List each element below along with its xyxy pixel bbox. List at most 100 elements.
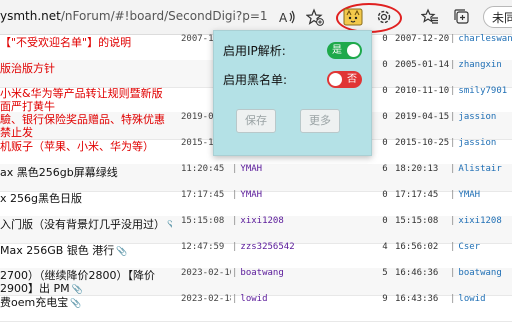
extension-popup: 启用IP解析: 是 启用黑名单: 否 保存 更多 (213, 30, 372, 156)
reply-count: 9 (382, 294, 388, 304)
post-title[interactable]: 驗、银行保险奖品赠品、特殊优惠禁止发 (0, 112, 172, 140)
table-row[interactable]: Max 256GB 银色 港行 📎 12:47:59 | zzs3256542 4 … (0, 242, 512, 270)
column-separator: | (232, 216, 238, 226)
post-title-text: 入门版（没有背景灯几乎没用过） (0, 218, 165, 231)
post-title[interactable]: 小米&华为等产品转让规则暨新版面严打黄牛 (0, 86, 172, 114)
svg-text:A: A (279, 11, 288, 24)
post-title-text: 机贩子（苹果、小米、华为等） (0, 140, 154, 153)
last-author-name[interactable]: charleswang (458, 34, 512, 44)
last-author-name[interactable]: jassion (458, 138, 496, 148)
last-reply-author[interactable]: | jassion (450, 138, 512, 165)
ip-parse-label: 启用IP解析: (223, 44, 286, 58)
last-reply-time: 2015-10-25 (395, 138, 449, 148)
address-bar[interactable]: ysmth.net/nForum/#!board/SecondDigi?p=1 (0, 9, 268, 23)
reply-count: 0 (382, 138, 388, 148)
last-author-name[interactable]: jassion (458, 112, 496, 122)
ip-parse-toggle[interactable]: 是 (327, 42, 362, 59)
read-aloud-icon[interactable]: A (278, 7, 298, 27)
last-reply-author[interactable]: | zhangxin (450, 60, 512, 87)
last-reply-time: 2007-12-20 (395, 34, 449, 44)
toggle-knob (347, 44, 360, 57)
last-reply-time: 16:46:36 (395, 268, 439, 278)
author-name[interactable]: boatwang (240, 268, 283, 278)
post-title[interactable]: 费oem充电宝 📎 (0, 294, 172, 321)
post-title-text: 小米&华为等产品转让规则暨新版面严打黄牛 (0, 87, 163, 113)
last-author-name[interactable]: YMAH (458, 190, 480, 200)
post-author[interactable]: | xixi1208 (232, 216, 372, 243)
last-author-name[interactable]: boatwang (458, 268, 501, 278)
reply-count: 5 (382, 268, 388, 278)
more-button[interactable]: 更多 (300, 109, 340, 133)
last-reply-time: 17:17:45 (395, 190, 439, 200)
last-reply-time: 2019-04-15 (395, 112, 449, 122)
author-name[interactable]: lowid (240, 294, 267, 304)
author-name[interactable]: YMAH (240, 190, 262, 200)
ip-parse-toggle-label: 是 (332, 45, 342, 56)
table-row[interactable]: 入门版（没有背景灯几乎没用过）📎 15:15:08 |xixi1208 0 15… (0, 216, 512, 244)
last-reply-time: 2010-11-10 (395, 86, 449, 96)
author-name[interactable]: YMAH (240, 164, 262, 174)
post-title[interactable]: 版治版方针 (0, 60, 172, 87)
last-reply-time: 16:43:36 (395, 294, 439, 304)
reply-count: 0 (382, 190, 388, 200)
last-reply-time: 15:15:08 (395, 216, 439, 226)
extension-cat-icon[interactable] (343, 7, 363, 27)
url-path: /nForum/#!board/SecondDigi?p=1 (60, 9, 268, 23)
last-reply-author[interactable]: |charleswang (450, 34, 512, 61)
reply-count: 0 (382, 216, 388, 226)
last-reply-author[interactable]: | jassion (450, 112, 512, 139)
last-reply-author[interactable]: | smily7901 (450, 86, 512, 113)
collections-icon[interactable] (452, 7, 472, 27)
post-title-text: Max 256GB 银色 港行 (0, 244, 115, 257)
last-author-name[interactable]: lowid (458, 294, 485, 304)
author-name[interactable]: zzs3256542 (240, 242, 294, 252)
blacklist-toggle[interactable]: 否 (327, 71, 362, 88)
post-author[interactable]: | YMAH (232, 164, 372, 191)
blacklist-toggle-label: 否 (347, 74, 357, 85)
table-row[interactable]: 2700）（继续降价2800）【降价2900】出 PM 📎 2023-02-16 … (0, 268, 512, 296)
post-time: 12:47:59 (181, 242, 225, 252)
profile-button[interactable]: 未同 (483, 6, 512, 28)
post-title[interactable]: 入门版（没有背景灯几乎没用过）📎 (0, 216, 172, 243)
post-author[interactable]: | zzs3256542 (232, 242, 372, 269)
last-reply-author[interactable]: | boatwang (450, 268, 512, 295)
last-reply-author[interactable]: | Alistair (450, 164, 512, 191)
last-author-name[interactable]: Cser (458, 242, 480, 252)
post-author[interactable]: | boatwang (232, 268, 372, 295)
last-reply-author[interactable]: | lowid (450, 294, 512, 321)
attachment-icon: 📎 (70, 299, 82, 309)
post-time: 15:15:08 (181, 216, 225, 226)
last-reply-author[interactable]: | xixi1208 (450, 216, 512, 243)
table-row[interactable]: x 256g黑色日版 17:17:45 | YMAH 0 17:17:45 | YM… (0, 190, 512, 218)
reply-count: 0 (382, 86, 388, 96)
post-title[interactable]: 【"不受欢迎名单"】的说明 (0, 34, 172, 61)
post-title[interactable]: 机贩子（苹果、小米、华为等） (0, 138, 172, 165)
post-title-text: x 256g黑色日版 (0, 192, 82, 205)
last-author-name[interactable]: smily7901 (458, 86, 507, 96)
favorite-add-icon[interactable] (305, 7, 325, 27)
column-separator: | (450, 164, 456, 174)
last-reply-time: 2005-01-14 (395, 60, 449, 70)
post-title[interactable]: ax 黑色256gb屏幕绿线 (0, 164, 172, 191)
last-reply-author[interactable]: | YMAH (450, 190, 512, 217)
last-reply-author[interactable]: | Cser (450, 242, 512, 269)
extension-gear-icon[interactable] (374, 7, 394, 27)
column-separator: | (450, 34, 456, 44)
post-title[interactable]: Max 256GB 银色 港行 📎 (0, 242, 172, 269)
url-host: ysmth.net (0, 9, 61, 23)
column-separator: | (450, 86, 456, 96)
last-author-name[interactable]: xixi1208 (458, 216, 501, 226)
column-separator: | (232, 164, 238, 174)
post-title[interactable]: 2700）（继续降价2800）【降价2900】出 PM 📎 (0, 268, 172, 296)
post-title[interactable]: x 256g黑色日版 (0, 190, 172, 217)
table-row[interactable]: 费oem充电宝 📎 2023-02-18 | lowid 9 16:43:36 | l… (0, 294, 512, 322)
post-author[interactable]: | lowid (232, 294, 372, 321)
favorites-icon[interactable] (420, 7, 440, 27)
last-author-name[interactable]: zhangxin (458, 60, 501, 70)
post-author[interactable]: | YMAH (232, 190, 372, 217)
last-author-name[interactable]: Alistair (458, 164, 501, 174)
table-row[interactable]: ax 黑色256gb屏幕绿线 11:20:45 | YMAH 6 18:20:13… (0, 164, 512, 192)
save-button[interactable]: 保存 (236, 109, 276, 133)
author-name[interactable]: xixi1208 (240, 216, 283, 226)
last-reply-time: 18:20:13 (395, 164, 439, 174)
